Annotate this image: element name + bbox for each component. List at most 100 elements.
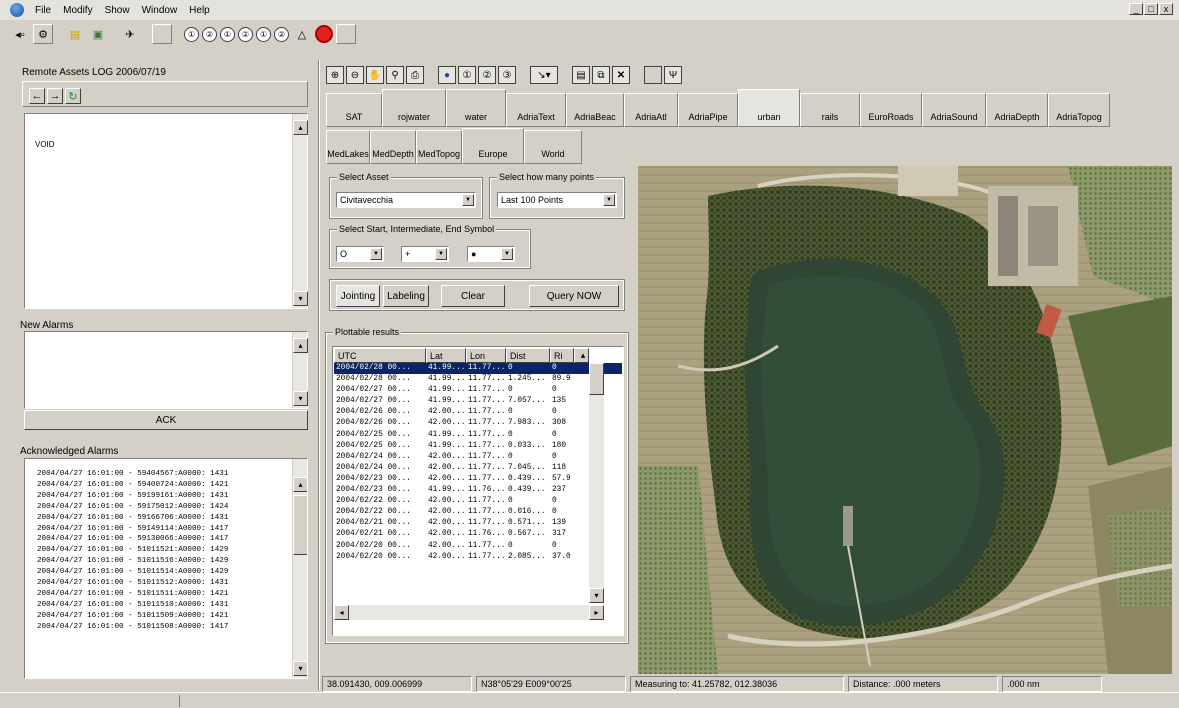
tab-meddepth[interactable]: MedDepth [370,130,416,164]
tab-adriatopog[interactable]: AdriaTopog [1048,93,1110,127]
chevron-down-icon[interactable]: ▼ [462,194,474,206]
scroll-down-icon[interactable]: ▾ [293,661,307,676]
tab-europe[interactable]: Europe [462,128,524,164]
table-row[interactable]: 2004/02/24 00... 42.00... 11.77... 0 0 [334,452,622,463]
minimize-button[interactable]: _ [1129,3,1143,15]
chevron-down-icon[interactable]: ▼ [370,248,382,260]
column-lat[interactable]: Lat [426,348,466,363]
layers-icon[interactable]: ⧉ [592,66,610,84]
tab-medtopog[interactable]: MedTopog [416,130,462,164]
tab-rails[interactable]: rails [800,93,860,127]
acknowledged-alarm-item[interactable]: 2004/04/27 16:01:00 - 59166706:A0000: 14… [37,513,307,524]
menu-file[interactable]: File [29,5,57,16]
menu-help[interactable]: Help [183,5,216,16]
acknowledged-alarm-item[interactable]: 2004/04/27 16:01:00 - 51011512:A0000: 14… [37,578,307,589]
acknowledged-alarm-item[interactable]: 2004/04/27 16:01:00 - 59199161:A0000: 14… [37,491,307,502]
table-row[interactable]: 2004/02/27 00... 41.99... 11.77... 7.057...… [334,396,622,407]
remote-log-box[interactable]: VOID ▴ ▾ [24,113,308,309]
acknowledged-alarm-item[interactable]: 2004/04/27 16:01:00 - 51011521:A0000: 14… [37,545,307,556]
tab-adriadepth[interactable]: AdriaDepth [986,93,1048,127]
tab-water[interactable]: water [446,89,506,127]
acknowledged-alarm-item[interactable]: 2004/04/27 16:01:00 - 59130066:A0000: 14… [37,534,307,545]
acknowledged-alarms-scrollbar[interactable]: ▴ ▾ [292,459,307,678]
globe-icon[interactable]: ● [438,66,456,84]
panel-divider[interactable] [318,60,320,690]
close-icon[interactable]: ✕ [612,66,630,84]
channel-1-icon[interactable]: ① [458,66,476,84]
acknowledged-alarm-item[interactable]: 2004/04/27 16:01:00 - 59400724:A0000: 14… [37,480,307,491]
table-row[interactable]: 2004/02/21 00... 42.00... 11.76... 0.567...… [334,529,622,540]
results-grid[interactable]: UTC Lat Lon Dist Ri ▴ 2004/02/28 00... 41… [334,348,622,635]
table-row[interactable]: 2004/02/28 00... 41.99... 11.77... 0 0 [334,363,622,375]
scroll-down-icon[interactable]: ▾ [589,588,604,603]
channel-2-icon[interactable]: ② [202,26,217,42]
scroll-down-icon[interactable]: ▾ [293,391,308,406]
results-vscrollbar[interactable]: ▾ [589,363,604,603]
end-symbol-select[interactable]: ● ▼ [467,246,515,262]
acknowledged-alarm-item[interactable]: 2004/04/27 16:01:00 - 59404567:A0000: 14… [37,469,307,480]
satellite-icon[interactable]: ✈ [120,24,140,44]
scroll-right-icon[interactable]: ▸ [589,605,604,620]
blank-tool-button[interactable] [644,66,662,84]
acknowledged-alarm-item[interactable]: 2004/04/27 16:01:00 - 59149114:A0000: 14… [37,524,307,535]
tab-urban[interactable]: urban [738,89,800,127]
arrow-left-icon[interactable]: ← [29,88,45,104]
channel-3-icon[interactable]: ③ [498,66,516,84]
print-icon[interactable]: ⎙ [406,66,424,84]
table-row[interactable]: 2004/02/22 00... 42.00... 11.77... 0 0 [334,496,622,507]
tab-sat[interactable]: SAT [326,93,382,127]
chevron-down-icon[interactable]: ▼ [435,248,447,260]
new-alarms-box[interactable]: ▴ ▾ [24,331,308,409]
table-row[interactable]: 2004/02/26 00... 42.00... 11.77... 0 0 [334,407,622,418]
measure-dropdown-icon[interactable]: ↘▾ [530,66,558,84]
column-lon[interactable]: Lon [466,348,506,363]
warning-icon[interactable]: △ [292,24,312,44]
acknowledged-alarm-item[interactable]: 2004/04/27 16:01:00 - 59175012:A0000: 14… [37,502,307,513]
scroll-thumb[interactable] [589,363,604,395]
table-row[interactable]: 2004/02/25 00... 41.99... 11.77... 0.033...… [334,441,622,452]
points-select[interactable]: Last 100 Points ▼ [497,192,617,208]
start-symbol-select[interactable]: O ▼ [336,246,384,262]
tab-euroroads[interactable]: EuroRoads [860,93,922,127]
channel-5-icon[interactable]: ① [256,26,271,42]
legend-icon[interactable]: ▤ [572,66,590,84]
remote-log-scrollbar[interactable]: ▴ ▾ [292,114,308,308]
scroll-left-icon[interactable]: ◂ [334,605,349,620]
settings-icon[interactable]: ⚙ [33,24,53,44]
tab-adriasound[interactable]: AdriaSound [922,93,986,127]
chevron-down-icon[interactable]: ▼ [603,194,615,206]
tab-medlakes[interactable]: MedLakes [326,130,370,164]
arrow-right-icon[interactable]: → [47,88,63,104]
menu-modify[interactable]: Modify [57,5,98,16]
tab-adriaatl[interactable]: AdriaAtl [624,93,678,127]
acknowledged-alarm-item[interactable]: 2004/04/27 16:01:00 - 51011508:A0000: 14… [37,622,307,633]
asset-select[interactable]: Civitavecchia ▼ [336,192,476,208]
folder-icon[interactable]: ▤ [65,24,85,44]
acknowledged-alarms-list[interactable]: 2004/04/27 16:01:00 - 59404567:A0000: 14… [24,458,308,679]
acknowledged-alarm-item[interactable]: 2004/04/27 16:01:00 - 51011510:A0000: 14… [37,600,307,611]
tab-adriabeac[interactable]: AdriaBeac [566,93,624,127]
blank-button-2[interactable] [336,24,356,44]
stop-icon[interactable] [315,25,333,43]
channel-2-icon[interactable]: ② [478,66,496,84]
close-button[interactable]: x [1159,3,1173,15]
table-row[interactable]: 2004/02/25 00... 41.99... 11.77... 0 0 [334,430,622,441]
tab-adriapipe[interactable]: AdriaPipe [678,93,738,127]
scroll-down-icon[interactable]: ▾ [293,291,308,306]
zoom-out-icon[interactable]: ⊖ [346,66,364,84]
channel-6-icon[interactable]: ② [274,26,289,42]
table-row[interactable]: 2004/02/28 00... 41.99... 11.77... 1.245...… [334,374,622,385]
table-row[interactable]: 2004/02/23 00... 41.99... 11.76... 0.439...… [334,485,622,496]
menu-show[interactable]: Show [99,5,136,16]
labeling-button[interactable]: Labeling [383,285,429,307]
table-row[interactable]: 2004/02/21 00... 42.00... 11.77... 0.571...… [334,518,622,529]
channel-4-icon[interactable]: ② [238,26,253,42]
table-row[interactable]: 2004/02/26 00... 42.00... 11.77... 7.983...… [334,418,622,429]
maximize-button[interactable]: □ [1144,3,1158,15]
table-row[interactable]: 2004/02/27 00... 41.99... 11.77... 0 0 [334,385,622,396]
chevron-down-icon[interactable]: ▼ [501,248,513,260]
table-row[interactable]: 2004/02/24 00... 42.00... 11.77... 7.045...… [334,463,622,474]
scroll-up-icon[interactable]: ▴ [293,120,308,135]
menu-window[interactable]: Window [136,5,184,16]
tab-adriatext[interactable]: AdriaText [506,93,566,127]
